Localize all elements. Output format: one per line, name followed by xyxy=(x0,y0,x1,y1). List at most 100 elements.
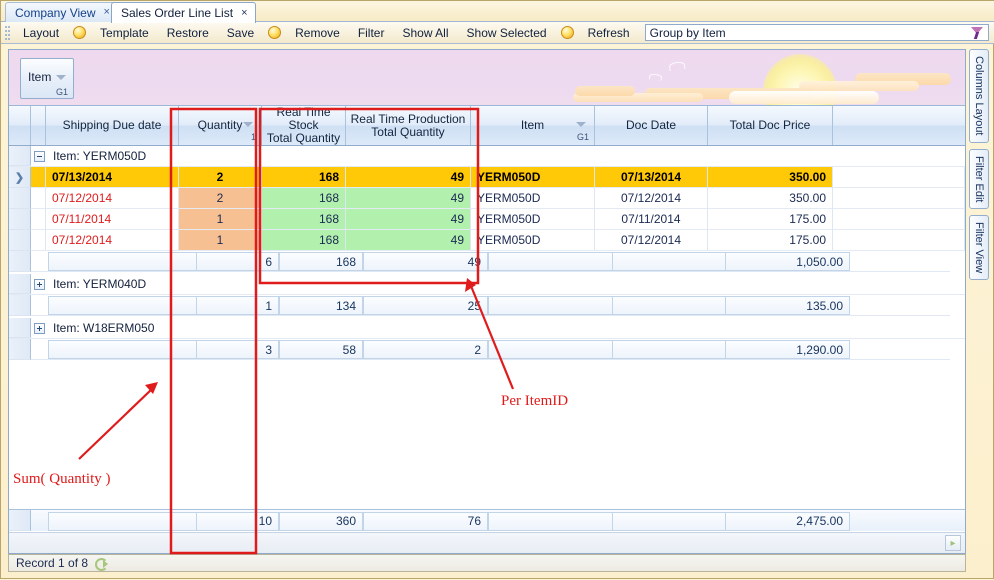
cell-total-doc-price: 350.00 xyxy=(708,188,833,209)
scroll-right-icon[interactable]: ▸ xyxy=(945,535,961,551)
template-button[interactable]: Template xyxy=(91,23,158,43)
group-header-row[interactable]: Item: YERM050D xyxy=(9,146,965,167)
header-shipping-due-date[interactable]: Shipping Due date xyxy=(46,106,179,145)
plus-icon[interactable] xyxy=(34,278,45,290)
group-header-row[interactable]: Item: W18ERM050 xyxy=(9,318,965,339)
group-summary-row: 1 134 25 135.00 xyxy=(9,295,965,316)
tab-company-view-label: Company View xyxy=(15,5,96,20)
group-by-combo[interactable]: Group by Item xyxy=(644,24,989,41)
restore-button[interactable]: Restore xyxy=(158,23,218,43)
empty-area xyxy=(9,360,965,520)
summary-total-doc-price: 1,050.00 xyxy=(725,252,850,271)
close-icon[interactable]: × xyxy=(101,7,109,18)
plus-icon[interactable] xyxy=(34,322,45,334)
sort-order-index: 1 xyxy=(250,132,256,142)
table-row[interactable]: ❯ 07/13/2014 2 168 49 YERM050D 07/13/201… xyxy=(9,167,965,188)
filter-funnel-icon[interactable] xyxy=(969,26,985,40)
summary-blank xyxy=(488,296,612,315)
cloud-decoration-icon xyxy=(729,91,879,104)
side-tab-columns-layout[interactable]: Columns Layout xyxy=(969,49,989,143)
bird-decoration-icon xyxy=(648,73,663,81)
group-header-label: Item: YERM040D xyxy=(53,277,147,291)
group-field-item[interactable]: Item G1 xyxy=(20,58,74,99)
header-quantity[interactable]: Quantity 1 xyxy=(179,106,262,145)
grand-total-real-time-production: 76 xyxy=(363,511,488,531)
tab-sales-order-line-list[interactable]: Sales Order Line List × xyxy=(111,2,256,23)
refresh-icon[interactable] xyxy=(94,557,109,571)
header-real-time-stock-total-quantity[interactable]: Real Time Stock Total Quantity xyxy=(262,106,346,145)
horizontal-scrollbar[interactable]: ▸ xyxy=(9,532,965,553)
row-expand-spacer xyxy=(31,167,46,188)
group-by-panel[interactable]: Item G1 xyxy=(9,50,965,106)
sort-descending-icon[interactable] xyxy=(576,122,586,127)
layout-button[interactable]: Layout xyxy=(14,23,68,43)
tab-company-view[interactable]: Company View × xyxy=(5,2,118,22)
toolbar-grip[interactable] xyxy=(5,25,10,40)
row-indicator[interactable] xyxy=(9,188,31,209)
refresh-button[interactable]: Refresh xyxy=(579,23,639,43)
header-real-time-production-total-quantity[interactable]: Real Time Production Total Quantity xyxy=(346,106,471,145)
group-expand-toggle[interactable] xyxy=(31,318,48,338)
remove-button[interactable]: Remove xyxy=(286,23,349,43)
cell-doc-date: 07/12/2014 xyxy=(595,188,708,209)
side-tab-filter-edit[interactable]: Filter Edit xyxy=(969,148,989,209)
cloud-decoration-icon xyxy=(575,86,635,96)
cell-real-time-stock: 168 xyxy=(262,167,346,188)
status-bar: Record 1 of 8 xyxy=(8,554,966,572)
header-total-doc-price-label: Total Doc Price xyxy=(729,118,811,132)
show-all-button[interactable]: Show All xyxy=(393,23,457,43)
summary-real-time-stock: 168 xyxy=(279,252,363,271)
row-indicator-current[interactable]: ❯ xyxy=(9,167,31,188)
cell-doc-date: 07/11/2014 xyxy=(595,209,708,230)
table-row[interactable]: 07/12/2014 1 168 49 YERM050D 07/12/2014 … xyxy=(9,230,965,251)
row-indicator xyxy=(9,339,31,360)
column-header-row: Shipping Due date Quantity 1 Real Time S… xyxy=(9,106,965,146)
summary-quantity: 1 xyxy=(196,296,279,315)
sort-descending-icon[interactable] xyxy=(243,122,253,127)
header-rts-line2: Total Quantity xyxy=(266,131,341,145)
summary-blank xyxy=(612,296,725,315)
cloud-decoration-icon xyxy=(799,81,919,91)
save-button[interactable]: Save xyxy=(218,23,263,43)
cell-shipping-due-date: 07/13/2014 xyxy=(46,167,179,188)
group-header-label: Item: W18ERM050 xyxy=(53,321,155,335)
filter-button[interactable]: Filter xyxy=(349,23,394,43)
header-indicator-cell xyxy=(9,106,31,145)
group-index-label: G1 xyxy=(576,132,589,142)
group-header-label: Item: YERM050D xyxy=(53,149,147,163)
cell-real-time-stock: 168 xyxy=(262,230,346,251)
group-expand-toggle[interactable] xyxy=(31,146,48,166)
chevron-down-icon[interactable] xyxy=(56,75,66,80)
header-doc-date[interactable]: Doc Date xyxy=(595,106,708,145)
group-header-row[interactable]: Item: YERM040D xyxy=(9,274,965,295)
cell-empty xyxy=(833,230,965,251)
row-indicator[interactable] xyxy=(9,230,31,251)
row-indicator xyxy=(9,318,31,338)
group-expand-toggle[interactable] xyxy=(31,274,48,294)
summary-real-time-production: 49 xyxy=(363,252,488,271)
cell-real-time-stock: 168 xyxy=(262,188,346,209)
cell-real-time-production: 49 xyxy=(346,230,471,251)
show-selected-button[interactable]: Show Selected xyxy=(458,23,556,43)
tab-sales-order-line-list-label: Sales Order Line List xyxy=(121,6,234,20)
grand-total-row: 10 360 76 2,475.00 xyxy=(9,509,965,531)
header-rtp-line2: Total Quantity xyxy=(371,124,445,139)
cell-shipping-due-date: 07/11/2014 xyxy=(46,209,179,230)
table-row[interactable]: 07/12/2014 2 168 49 YERM050D 07/12/2014 … xyxy=(9,188,965,209)
side-tab-filter-view[interactable]: Filter View xyxy=(969,214,989,281)
header-empty[interactable] xyxy=(833,106,965,145)
data-grid: Item G1 Shipping Due date Quantity 1 Rea… xyxy=(8,49,966,554)
row-indicator xyxy=(9,146,31,166)
row-indicator[interactable] xyxy=(9,209,31,230)
header-doc-date-label: Doc Date xyxy=(625,118,677,132)
table-row[interactable]: 07/11/2014 1 168 49 YERM050D 07/11/2014 … xyxy=(9,209,965,230)
minus-icon[interactable] xyxy=(34,150,45,162)
close-icon[interactable]: × xyxy=(239,7,247,19)
header-total-doc-price[interactable]: Total Doc Price xyxy=(708,106,833,145)
grand-total-quantity: 10 xyxy=(196,511,279,531)
cell-shipping-due-date: 07/12/2014 xyxy=(46,188,179,209)
summary-blank xyxy=(612,340,725,359)
grid-body: Item: YERM050D ❯ 07/13/2014 2 168 49 YER… xyxy=(9,146,965,553)
cell-total-doc-price: 175.00 xyxy=(708,209,833,230)
header-item[interactable]: Item G1 xyxy=(471,106,595,145)
